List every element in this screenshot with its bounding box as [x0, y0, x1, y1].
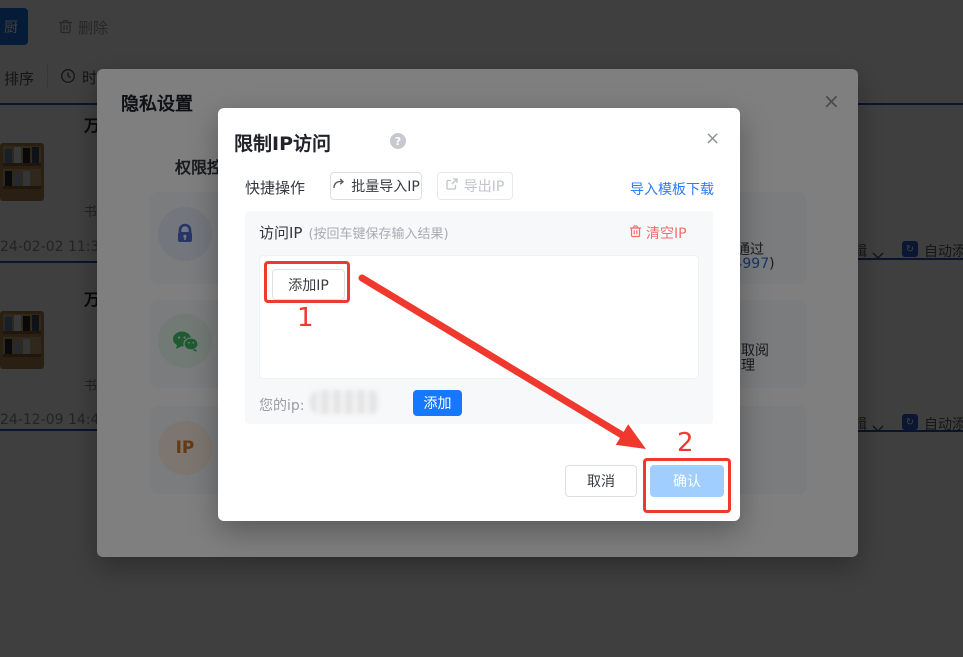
- clear-ip-action[interactable]: 清空IP: [629, 223, 687, 243]
- access-ip-panel: 访问IP (按回车键保存输入结果) 清空IP 添加IP 您的ip:: [245, 211, 713, 424]
- restrict-ip-modal: 限制IP访问 ? × 快捷操作 批量导入IP 导出IP 导入模板下载: [218, 108, 740, 521]
- ip-input-area[interactable]: 添加IP: [259, 255, 699, 379]
- access-ip-header: 访问IP (按回车键保存输入结果): [259, 222, 449, 243]
- screen: 厨 删除 排序 时: [0, 0, 963, 657]
- add-your-ip-button[interactable]: 添加: [413, 390, 462, 416]
- export-ip-label: 导出IP: [464, 176, 505, 196]
- close-icon[interactable]: ×: [705, 130, 720, 148]
- batch-import-label: 批量导入IP: [351, 176, 420, 196]
- your-ip-label: 您的ip:: [259, 395, 305, 415]
- export-ip-button[interactable]: 导出IP: [437, 172, 513, 200]
- access-ip-hint: (按回车键保存输入结果): [308, 223, 448, 242]
- confirm-button[interactable]: 确认: [650, 465, 724, 497]
- quick-ops-label: 快捷操作: [245, 177, 305, 198]
- import-arrow-icon: [332, 178, 345, 194]
- cancel-button[interactable]: 取消: [565, 465, 637, 497]
- batch-import-ip-button[interactable]: 批量导入IP: [330, 172, 422, 200]
- ip-modal-title: 限制IP访问: [234, 129, 331, 156]
- clear-ip-label: 清空IP: [646, 223, 687, 243]
- template-download-link[interactable]: 导入模板下载: [630, 179, 714, 199]
- external-link-icon: [446, 178, 458, 194]
- add-ip-button[interactable]: 添加IP: [272, 269, 345, 300]
- help-icon[interactable]: ?: [390, 133, 406, 149]
- trash-icon: [629, 224, 642, 242]
- censored-ip-value: [310, 390, 380, 414]
- access-ip-label: 访问IP: [259, 222, 302, 243]
